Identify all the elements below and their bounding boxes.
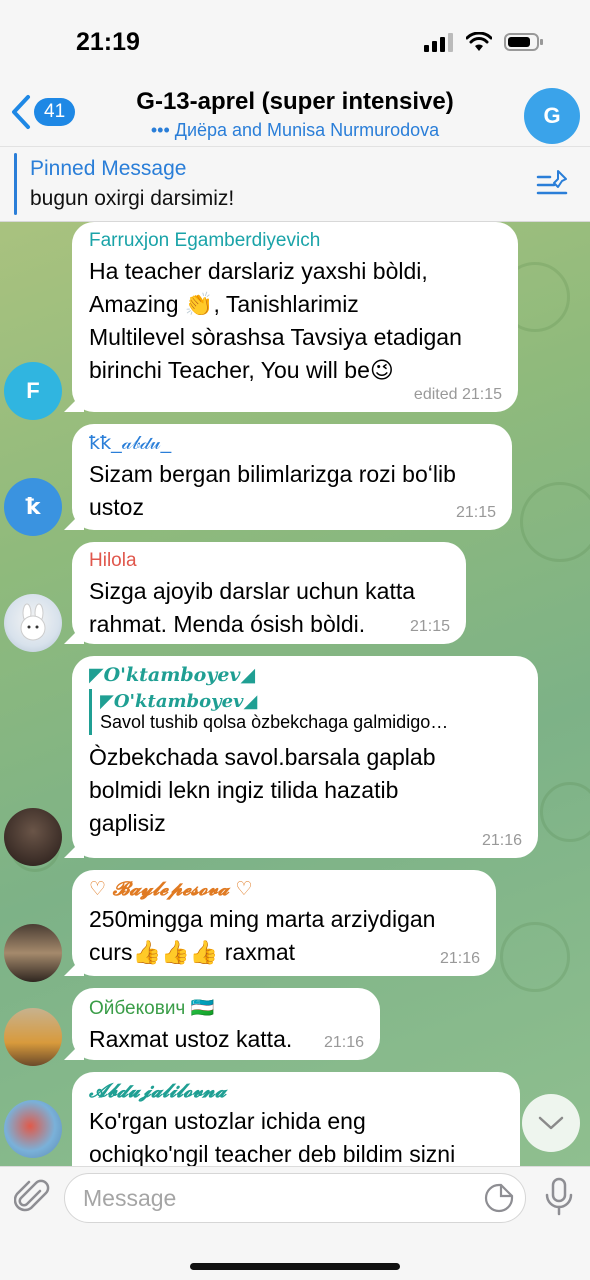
pinned-title: Pinned Message (30, 157, 187, 180)
message-line: curs👍👍👍 raxmat (89, 939, 296, 965)
message-line: Ha teacher darslariz yaxshi bòldi, (89, 258, 428, 284)
paperclip-icon[interactable] (14, 1177, 50, 1217)
wallpaper-doodle (500, 922, 570, 992)
message-line: Òzbekchada savol.barsala gaplab (89, 744, 436, 770)
status-bar: 21:19 (0, 0, 590, 80)
message-text: Sizga ajoyib darslar uchun katta rahmat.… (89, 575, 450, 641)
message-bubble[interactable]: ꝁꝁ_𝒶𝒷𝒹𝓊_ Sizam bergan bilimlarizga rozi … (64, 424, 512, 530)
message-text: Òzbekchada savol.barsala gaplab bolmidi … (89, 741, 522, 840)
sender-name[interactable]: Hilola (89, 550, 450, 572)
sticker-icon[interactable] (484, 1183, 514, 1213)
bubble-tail (64, 392, 84, 412)
message-text: Raxmat ustoz katta. (89, 1023, 364, 1056)
message-input[interactable] (64, 1173, 526, 1223)
microphone-icon[interactable] (544, 1177, 574, 1217)
bunny-avatar-icon (20, 603, 46, 641)
chevron-down-icon (538, 1116, 564, 1130)
avatar[interactable] (4, 924, 62, 982)
message-bubble[interactable]: ◤O'ktamboyev◢ ◤O'ktamboyev◢ Savol tushib… (64, 656, 538, 858)
wallpaper-doodle (540, 782, 590, 842)
message-bubble[interactable]: Hilola Sizga ajoyib darslar uchun katta … (64, 542, 466, 644)
message-line: ustoz (89, 494, 144, 520)
message-line: birinchi Teacher, You will be😉 (89, 357, 394, 383)
message-text: 250mingga ming marta arziydigan curs👍👍👍 … (89, 903, 480, 969)
bubble-tail (64, 624, 84, 644)
chevron-left-icon (12, 95, 30, 129)
reply-quote[interactable]: ◤O'ktamboyev◢ Savol tushib qolsa òzbekch… (89, 689, 522, 735)
sender-name[interactable]: ◤O'ktamboyev◢ (89, 664, 522, 686)
message-time: edited 21:15 (413, 386, 502, 403)
unread-count-badge: 41 (34, 98, 76, 126)
avatar[interactable] (4, 808, 62, 866)
chat-header: 41 G-13-aprel (super intensive) ••• Диёр… (0, 80, 590, 146)
sender-name[interactable]: 𝓐𝓫𝓭𝓾𝓳𝓪𝓵𝓲𝓵𝓸𝓿𝓷𝓪 (89, 1080, 504, 1102)
sender-name[interactable]: ♡ 𝓑𝓪𝔂𝓵𝓮𝓹𝓮𝓼𝓸𝓿𝓪 ♡ (89, 878, 480, 900)
avatar[interactable]: ꝁ (4, 478, 62, 536)
home-indicator (190, 1263, 400, 1270)
avatar[interactable] (4, 1008, 62, 1066)
bubble-tail (64, 1040, 84, 1060)
bubble-tail (64, 838, 84, 858)
message-time: 21:15 (455, 504, 496, 521)
wallpaper-doodle (520, 482, 590, 562)
message-line: bolmidi lekn ingiz tilida hazatib (89, 777, 399, 803)
message-text: Sizam bergan bilimlarizga rozi boʻlib us… (89, 458, 496, 524)
typing-status: ••• Диёра and Munisa Nurmurodova (150, 120, 440, 140)
message-text: Ha teacher darslariz yaxshi bòldi, Amazi… (89, 255, 502, 387)
pinned-message-bar[interactable]: Pinned Message bugun oxirgi darsimiz! (0, 146, 590, 222)
cellular-signal-icon (424, 33, 453, 52)
avatar[interactable] (4, 594, 62, 652)
wifi-icon (466, 32, 492, 51)
message-time: 21:16 (439, 950, 480, 967)
sender-name[interactable]: Farruxjon Egamberdiyevich (89, 230, 502, 252)
message-line: Raxmat ustoz katta. (89, 1026, 293, 1052)
scroll-down-button[interactable] (522, 1094, 580, 1152)
message-text: Ko'rgan ustozlar ichida eng ochiqko'ngil… (89, 1105, 504, 1166)
status-icons (424, 32, 544, 52)
message-time: 21:15 (409, 618, 450, 635)
avatar-letter: ꝁ (25, 494, 41, 519)
group-avatar[interactable]: G (524, 88, 580, 144)
bubble-tail (64, 956, 84, 976)
message-line: gaplisiz (89, 810, 166, 836)
message-bubble[interactable]: Ойбекович 🇺🇿 Raxmat ustoz katta. 21:16 (64, 988, 380, 1060)
message-line: Sizga ajoyib darslar uchun katta (89, 578, 416, 604)
message-line: Ko'rgan ustozlar ichida eng (89, 1108, 366, 1134)
group-avatar-letter: G (543, 103, 561, 128)
avatar[interactable] (4, 1100, 62, 1158)
message-line: Sizam bergan bilimlarizga rozi boʻlib (89, 461, 456, 487)
pinned-indicator (14, 153, 17, 215)
reply-text: Savol tushib qolsa òzbekchaga galmidigo… (100, 712, 449, 732)
back-button[interactable]: 41 (10, 94, 76, 130)
pinned-text: bugun oxirgi darsimiz! (30, 187, 235, 210)
message-bubble[interactable]: 𝓐𝓫𝓭𝓾𝓳𝓪𝓵𝓲𝓵𝓸𝓿𝓷𝓪 Ko'rgan ustozlar ichida en… (72, 1072, 520, 1166)
input-bar (0, 1166, 590, 1280)
sender-name[interactable]: Ойбекович 🇺🇿 (89, 996, 364, 1020)
avatar-letter: F (26, 378, 40, 403)
message-line: ochiqko'ngil teacher deb bildim sizni (89, 1141, 456, 1166)
message-bubble[interactable]: Farruxjon Egamberdiyevich Ha teacher dar… (64, 222, 518, 412)
chat-area[interactable]: Farruxjon Egamberdiyevich Ha teacher dar… (0, 222, 590, 1166)
message-line: Amazing 👏, Tanishlarimiz (89, 291, 359, 317)
avatar[interactable]: F (4, 362, 62, 420)
status-time: 21:19 (76, 28, 140, 56)
reply-sender: ◤O'ktamboyev◢ (100, 691, 258, 712)
message-time: 21:16 (481, 832, 522, 849)
message-line: rahmat. Menda ósish bòldi. (89, 611, 366, 637)
battery-icon (504, 33, 543, 51)
chat-title[interactable]: G-13-aprel (super intensive) (80, 88, 510, 116)
pinned-list-icon[interactable] (536, 169, 570, 199)
message-time: 21:16 (323, 1034, 364, 1051)
message-line: Multilevel sòrashsa Tavsiya etadigan (89, 324, 462, 350)
message-line: 250mingga ming marta arziydigan (89, 906, 436, 932)
bubble-tail (64, 510, 84, 530)
sender-name[interactable]: ꝁꝁ_𝒶𝒷𝒹𝓊_ (89, 432, 496, 455)
message-bubble[interactable]: ♡ 𝓑𝓪𝔂𝓵𝓮𝓹𝓮𝓼𝓸𝓿𝓪 ♡ 250mingga ming marta arz… (64, 870, 496, 976)
